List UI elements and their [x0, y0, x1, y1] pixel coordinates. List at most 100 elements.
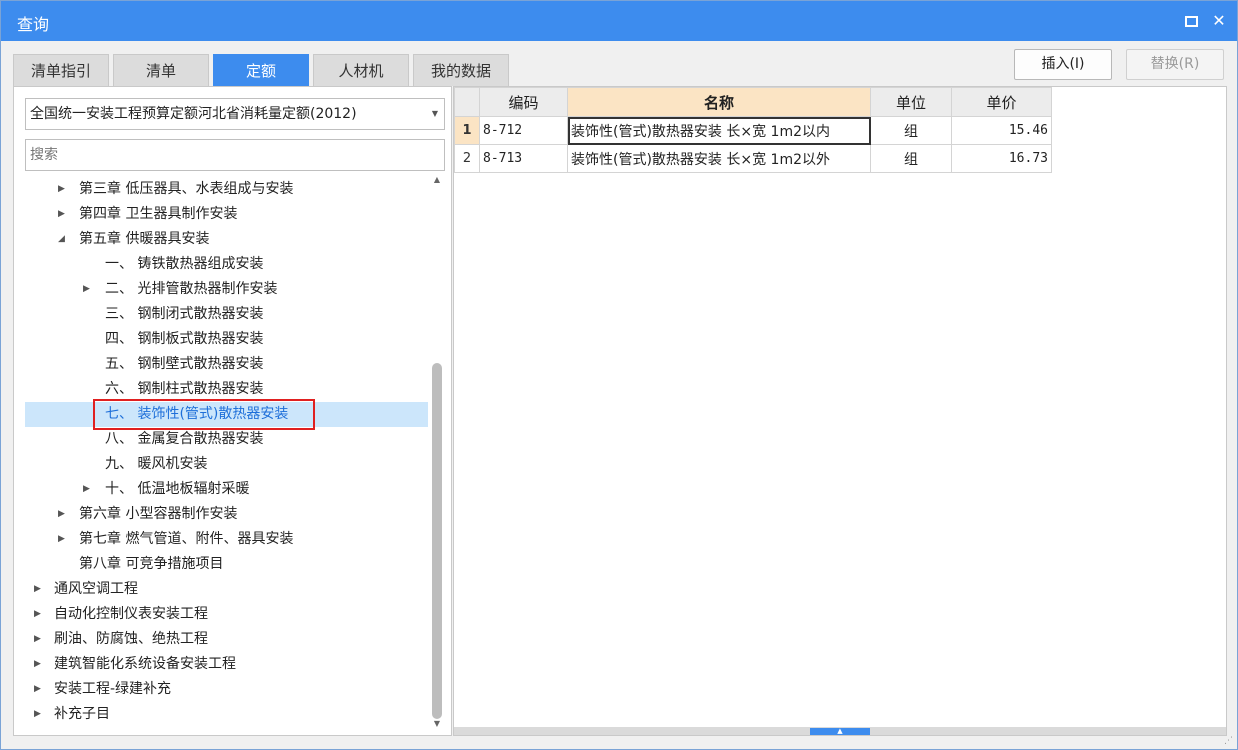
- tree-item-label: 六、 钢制柱式散热器安装: [105, 381, 264, 397]
- expand-arrow-icon[interactable]: ▶: [83, 277, 90, 302]
- panel-splitter[interactable]: ▲: [454, 727, 1226, 735]
- tab-bill-guide[interactable]: 清单指引: [13, 54, 109, 86]
- row-number: 1: [454, 116, 480, 145]
- scroll-thumb[interactable]: [432, 363, 442, 719]
- cell-price[interactable]: 16.73: [951, 144, 1052, 173]
- tree-item-label: 第三章 低压器具、水表组成与安装: [79, 181, 294, 197]
- tree-item-chapter-7[interactable]: ▶ 第七章 燃气管道、附件、器具安装: [25, 527, 428, 552]
- expand-arrow-icon[interactable]: ▶: [34, 577, 41, 602]
- tree-item-chapter-4[interactable]: ▶ 第四章 卫生器具制作安装: [25, 202, 428, 227]
- tree-scrollbar[interactable]: ▲ ▼: [430, 173, 444, 731]
- cell-unit[interactable]: 组: [870, 116, 952, 145]
- close-button[interactable]: ✕: [1209, 11, 1229, 31]
- tree-item-label: 第六章 小型容器制作安装: [79, 506, 238, 522]
- dropdown-arrow-icon[interactable]: ▼: [432, 99, 438, 129]
- tree-item-section-2[interactable]: ▶ 二、 光排管散热器制作安装: [25, 277, 428, 302]
- expand-arrow-icon[interactable]: ▶: [34, 677, 41, 702]
- quota-table: 编码 名称 单位 单价 1 8-712 装饰性(管式)散热器安装 长×宽 1m2…: [454, 87, 1052, 173]
- table-row[interactable]: 2 8-713 装饰性(管式)散热器安装 长×宽 1m2以外 组 16.73: [454, 144, 1052, 173]
- tree-item-label: 自动化控制仪表安装工程: [54, 606, 208, 622]
- expand-arrow-icon[interactable]: ▶: [58, 177, 65, 202]
- tree-item-label: 十、 低温地板辐射采暖: [105, 481, 250, 497]
- cell-code[interactable]: 8-713: [479, 144, 568, 173]
- tree-item-label: 刷油、防腐蚀、绝热工程: [54, 631, 208, 647]
- table-header-row: 编码 名称 单位 单价: [454, 87, 1052, 117]
- collapse-arrow-icon[interactable]: ◢: [58, 227, 65, 252]
- chapter-tree: ▶ 第三章 低压器具、水表组成与安装 ▶ 第四章 卫生器具制作安装 ◢ 第五章 …: [25, 177, 429, 729]
- tree-item-label: 补充子目: [54, 706, 110, 722]
- tree-item-section-3[interactable]: 三、 钢制闭式散热器安装: [25, 302, 428, 327]
- scroll-down-icon[interactable]: ▼: [430, 717, 444, 731]
- expand-arrow-icon[interactable]: ▶: [34, 602, 41, 627]
- tree-item-section-6[interactable]: 六、 钢制柱式散热器安装: [25, 377, 428, 402]
- expand-arrow-icon[interactable]: ▶: [83, 477, 90, 502]
- query-dialog: 查询 ✕ 清单指引 清单 定额 人材机 我的数据 插入(I) 替换(R) 全国统…: [0, 0, 1238, 750]
- tree-item-label: 第七章 燃气管道、附件、器具安装: [79, 531, 294, 547]
- tab-my-data[interactable]: 我的数据: [413, 54, 509, 86]
- row-number: 2: [454, 144, 480, 173]
- tree-item-section-1[interactable]: 一、 铸铁散热器组成安装: [25, 252, 428, 277]
- title-bar[interactable]: 查询 ✕: [1, 1, 1237, 41]
- tree-item-section-4[interactable]: 四、 钢制板式散热器安装: [25, 327, 428, 352]
- resize-grip-icon[interactable]: ⋰: [1224, 736, 1233, 746]
- expand-arrow-icon[interactable]: ▶: [58, 502, 65, 527]
- tab-bill[interactable]: 清单: [113, 54, 209, 86]
- cell-code[interactable]: 8-712: [479, 116, 568, 145]
- tree-item-label: 八、 金属复合散热器安装: [105, 431, 264, 447]
- expand-arrow-icon[interactable]: ▶: [58, 527, 65, 552]
- expand-arrow-icon[interactable]: ▶: [34, 652, 41, 677]
- cell-name[interactable]: 装饰性(管式)散热器安装 长×宽 1m2以外: [567, 144, 871, 173]
- tree-item-section-10[interactable]: ▶ 十、 低温地板辐射采暖: [25, 477, 428, 502]
- tab-labor-material-machine[interactable]: 人材机: [313, 54, 409, 86]
- expand-arrow-icon[interactable]: ▶: [58, 202, 65, 227]
- cell-name[interactable]: 装饰性(管式)散热器安装 长×宽 1m2以内: [567, 116, 871, 145]
- quota-library-select[interactable]: 全国统一安装工程预算定额河北省消耗量定额(2012) ▼: [25, 98, 445, 130]
- expand-arrow-icon[interactable]: ▶: [34, 627, 41, 652]
- tree-item-section-5[interactable]: 五、 钢制壁式散热器安装: [25, 352, 428, 377]
- column-header-price[interactable]: 单价: [951, 87, 1052, 117]
- quota-tree-panel: 全国统一安装工程预算定额河北省消耗量定额(2012) ▼ ▶ 第三章 低压器具、…: [13, 86, 452, 736]
- tab-quota[interactable]: 定额: [213, 54, 309, 86]
- tree-item-section-9[interactable]: 九、 暖风机安装: [25, 452, 428, 477]
- maximize-icon: [1184, 16, 1198, 27]
- tree-item-chapter-3[interactable]: ▶ 第三章 低压器具、水表组成与安装: [25, 177, 428, 202]
- table-row[interactable]: 1 8-712 装饰性(管式)散热器安装 长×宽 1m2以内 组 15.46: [454, 116, 1052, 145]
- tree-item-hvac[interactable]: ▶ 通风空调工程: [25, 577, 428, 602]
- tree-item-smart-building[interactable]: ▶ 建筑智能化系统设备安装工程: [25, 652, 428, 677]
- expand-arrow-icon[interactable]: ▶: [34, 702, 41, 727]
- tree-item-label: 五、 钢制壁式散热器安装: [105, 356, 264, 372]
- tree-item-label: 通风空调工程: [54, 581, 138, 597]
- cell-price[interactable]: 15.46: [951, 116, 1052, 145]
- quota-library-value: 全国统一安装工程预算定额河北省消耗量定额(2012): [30, 106, 357, 122]
- tree-item-chapter-5[interactable]: ◢ 第五章 供暖器具安装: [25, 227, 428, 252]
- tree-item-painting[interactable]: ▶ 刷油、防腐蚀、绝热工程: [25, 627, 428, 652]
- tree-item-chapter-6[interactable]: ▶ 第六章 小型容器制作安装: [25, 502, 428, 527]
- tree-item-label: 建筑智能化系统设备安装工程: [54, 656, 236, 672]
- tree-item-label: 第四章 卫生器具制作安装: [79, 206, 238, 222]
- insert-button[interactable]: 插入(I): [1014, 49, 1112, 80]
- tree-item-section-8[interactable]: 八、 金属复合散热器安装: [25, 427, 428, 452]
- tree-item-label: 三、 钢制闭式散热器安装: [105, 306, 264, 322]
- replace-button[interactable]: 替换(R): [1126, 49, 1224, 80]
- window-title: 查询: [17, 15, 50, 34]
- tree-item-label: 七、 装饰性(管式)散热器安装: [105, 406, 289, 422]
- tree-item-label: 第八章 可竞争措施项目: [79, 556, 224, 572]
- tree-item-chapter-8[interactable]: 第八章 可竞争措施项目: [25, 552, 428, 577]
- tree-item-label: 四、 钢制板式散热器安装: [105, 331, 264, 347]
- tree-item-label: 二、 光排管散热器制作安装: [105, 281, 278, 297]
- tree-item-green-supplement[interactable]: ▶ 安装工程-绿建补充: [25, 677, 428, 702]
- tree-item-section-7[interactable]: 七、 装饰性(管式)散热器安装: [25, 399, 428, 430]
- cell-unit[interactable]: 组: [870, 144, 952, 173]
- column-header-unit[interactable]: 单位: [870, 87, 952, 117]
- search-input[interactable]: [25, 139, 445, 171]
- tree-item-automation[interactable]: ▶ 自动化控制仪表安装工程: [25, 602, 428, 627]
- tree-item-label: 第五章 供暖器具安装: [79, 231, 210, 247]
- tree-item-supplementary[interactable]: ▶ 补充子目: [25, 702, 428, 727]
- row-number-header: [454, 87, 480, 117]
- maximize-button[interactable]: [1181, 11, 1201, 31]
- scroll-up-icon[interactable]: ▲: [430, 173, 444, 187]
- column-header-name[interactable]: 名称: [567, 87, 871, 117]
- column-header-code[interactable]: 编码: [479, 87, 568, 117]
- splitter-up-icon[interactable]: ▲: [810, 728, 870, 735]
- tree-item-label: 九、 暖风机安装: [105, 456, 208, 472]
